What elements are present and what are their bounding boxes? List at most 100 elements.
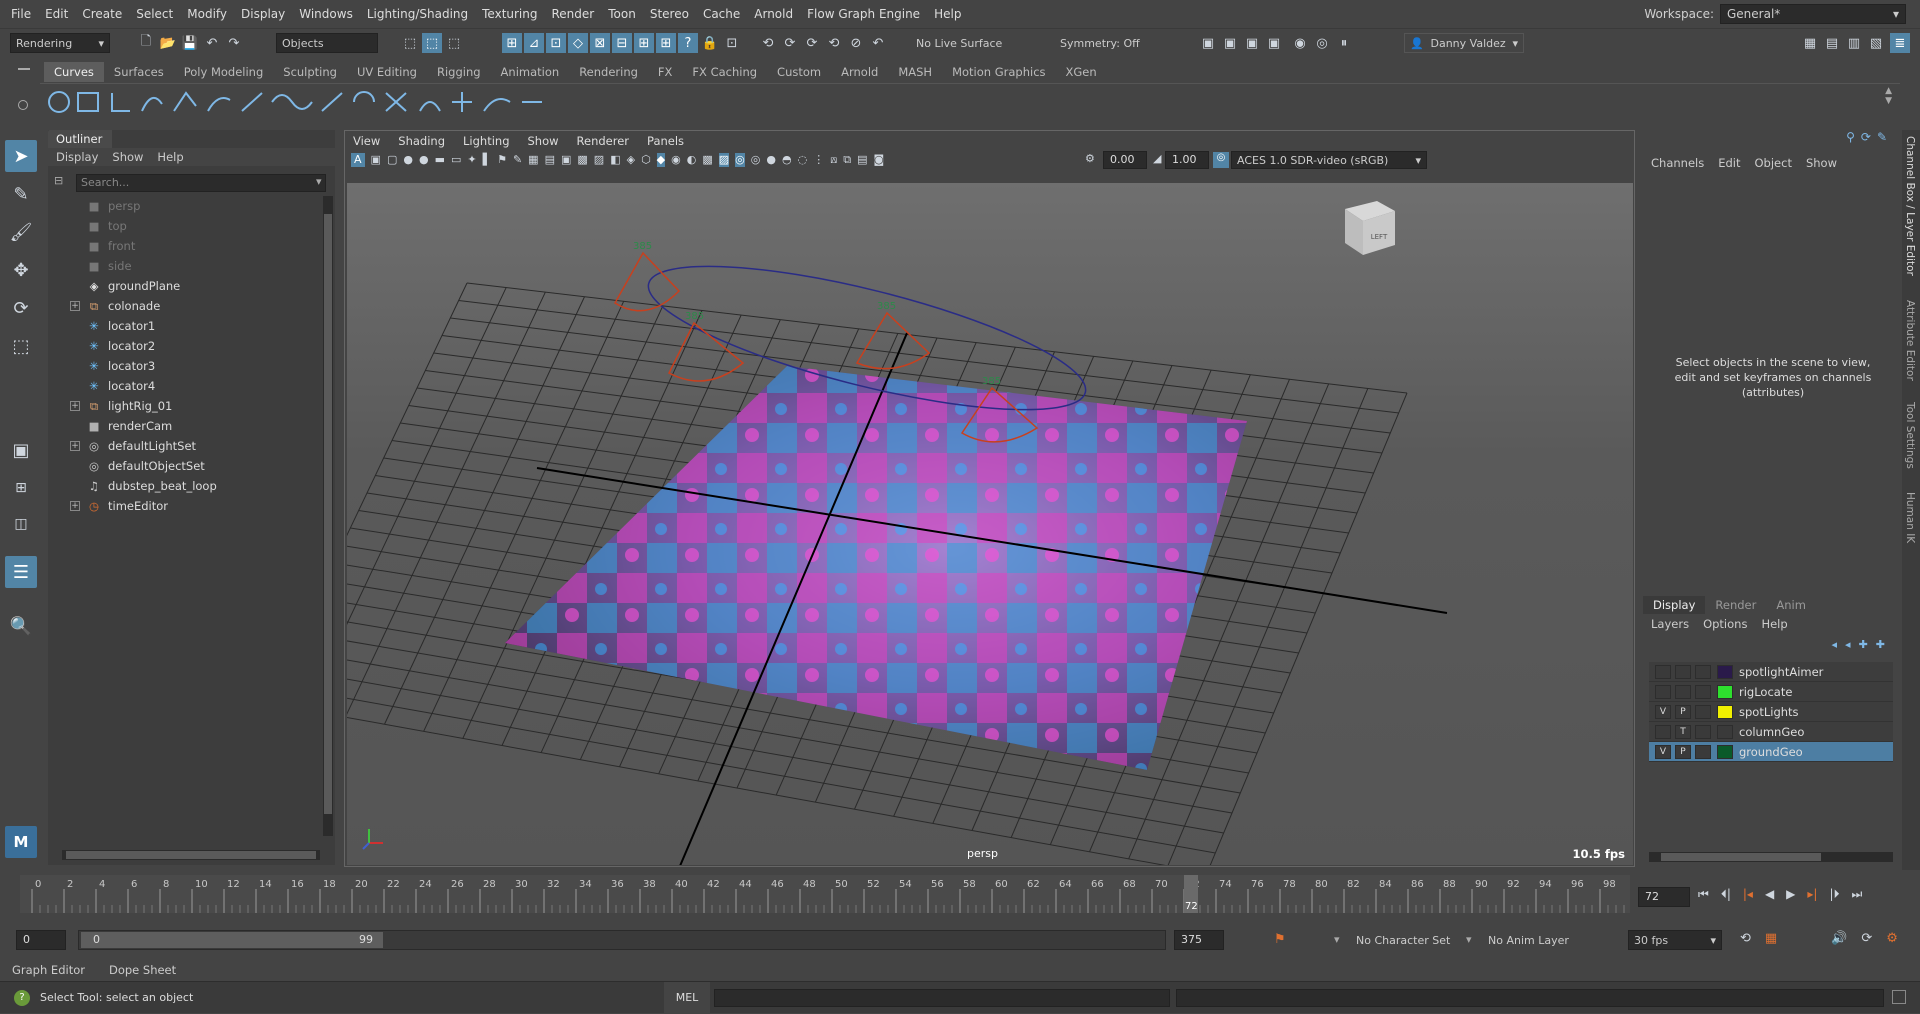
input-ops-icon[interactable]: ⟳ bbox=[780, 33, 800, 53]
outliner-item-groundplane[interactable]: ◈ groundPlane bbox=[52, 276, 320, 296]
lights-icon[interactable]: ▨ bbox=[594, 153, 604, 167]
shelf-tab-motion-graphics[interactable]: Motion Graphics bbox=[942, 62, 1055, 82]
shelf-tab-uv-editing[interactable]: UV Editing bbox=[347, 62, 427, 82]
xray-joints-icon[interactable]: ⧉ bbox=[843, 153, 851, 167]
side-tab-human-ik[interactable]: Human IK bbox=[1904, 492, 1916, 543]
playback-toggle[interactable] bbox=[1675, 685, 1691, 699]
four-view-layout-icon[interactable]: ⊞ bbox=[5, 472, 37, 504]
layer-row[interactable]: spotlightAimer bbox=[1649, 662, 1893, 682]
outliner-item-locator4[interactable]: ✳ locator4 bbox=[52, 376, 320, 396]
image-plane-icon[interactable]: ● bbox=[403, 153, 413, 167]
channel-menu-object[interactable]: Object bbox=[1755, 156, 1792, 170]
motion-blur-icon[interactable]: ▨ bbox=[718, 153, 730, 167]
shelf-settings-icon[interactable] bbox=[18, 100, 28, 110]
mel-label[interactable]: MEL bbox=[664, 982, 710, 1014]
visibility-toggle[interactable] bbox=[1655, 685, 1671, 699]
workspace-select[interactable]: General* ▾ bbox=[1720, 4, 1906, 24]
display-type-toggle[interactable] bbox=[1695, 725, 1711, 739]
move-layer-up-icon[interactable]: ◂ bbox=[1832, 638, 1838, 651]
rotate-tool-icon[interactable]: ⟳ bbox=[5, 292, 37, 324]
menu-flow-graph-engine[interactable]: Flow Graph Engine bbox=[800, 7, 927, 21]
loop-icon[interactable]: ⟲ bbox=[1740, 931, 1751, 946]
outliner-item-locator1[interactable]: ✳ locator1 bbox=[52, 316, 320, 336]
sound-icon[interactable]: 🔊 bbox=[1831, 931, 1847, 946]
range-bar[interactable]: 0 99 bbox=[78, 930, 1166, 950]
menu-file[interactable]: File bbox=[4, 7, 38, 21]
character-set-select[interactable]: No Character Set bbox=[1350, 930, 1460, 950]
side-tab-attribute-editor[interactable]: Attribute Editor bbox=[1904, 300, 1916, 381]
snap-point-icon[interactable]: ⊡ bbox=[546, 33, 566, 53]
range-handle[interactable] bbox=[81, 932, 383, 948]
safe-action-icon[interactable]: ⚑ bbox=[497, 153, 507, 167]
step-forward-key-icon[interactable]: ▸| bbox=[1807, 887, 1817, 902]
channel-menu-edit[interactable]: Edit bbox=[1718, 156, 1740, 170]
side-tab-tool-settings[interactable]: Tool Settings bbox=[1904, 402, 1916, 469]
outliner-item-persp[interactable]: ■ persp bbox=[52, 196, 320, 216]
outliner-item-rendercam[interactable]: ■ renderCam bbox=[52, 416, 320, 436]
ambient-occlusion-icon[interactable]: ▩ bbox=[702, 153, 712, 167]
layer-tab-anim[interactable]: Anim bbox=[1766, 596, 1816, 614]
time-slider[interactable]: 0 2 4 6 8 10 12 14 16 18 20 22 24 26 28 30 32 34 36 38 40 42 4… bbox=[0, 873, 1920, 915]
attribute-editor-toggle-icon[interactable]: ▤ bbox=[1822, 33, 1842, 53]
move-tool-icon[interactable]: ✥ bbox=[5, 254, 37, 286]
step-back-frame-icon[interactable]: ⏴| bbox=[1721, 887, 1731, 902]
layer-menu-help[interactable]: Help bbox=[1761, 617, 1787, 631]
xray-icon[interactable]: ◈ bbox=[627, 153, 635, 167]
display-type-toggle[interactable] bbox=[1695, 705, 1711, 719]
user-account-select[interactable]: 👤 Danny Valdez ▾ bbox=[1404, 33, 1524, 53]
menu-toon[interactable]: Toon bbox=[601, 7, 643, 21]
playback-toggle[interactable]: T bbox=[1675, 725, 1691, 739]
layer-color-swatch[interactable] bbox=[1717, 705, 1733, 719]
side-tab-channel-box[interactable]: Channel Box / Layer Editor bbox=[1904, 136, 1916, 276]
pause-icon[interactable]: ⏸ bbox=[1334, 33, 1354, 53]
snap-options-icon[interactable]: ⊡ bbox=[722, 33, 742, 53]
auto-key-icon[interactable]: ⚑ bbox=[1274, 932, 1286, 947]
playback-toggle[interactable]: P bbox=[1675, 745, 1691, 759]
grease-pencil-icon[interactable]: ✎ bbox=[513, 153, 522, 167]
construction-history-icon[interactable]: ⟲ bbox=[824, 33, 844, 53]
outliner-item-top[interactable]: ■ top bbox=[52, 216, 320, 236]
bottom-tab-dope-sheet[interactable]: Dope Sheet bbox=[97, 963, 188, 977]
channel-menu-show[interactable]: Show bbox=[1806, 156, 1837, 170]
sync-icon[interactable]: ⟳ bbox=[1861, 130, 1871, 144]
layer-row[interactable]: V PspotLights bbox=[1649, 702, 1893, 722]
camera-sphere-icon[interactable]: ◌ bbox=[798, 153, 808, 167]
chevron-down-icon[interactable]: ▾ bbox=[316, 175, 322, 188]
redo-icon[interactable]: ↷ bbox=[224, 33, 244, 53]
colorspace-select[interactable]: ACES 1.0 SDR-video (sRGB) ▾ bbox=[1231, 151, 1427, 169]
menu-windows[interactable]: Windows bbox=[292, 7, 360, 21]
shadows-icon[interactable]: ◧ bbox=[610, 153, 620, 167]
display-type-toggle[interactable] bbox=[1695, 745, 1711, 759]
outliner-search-input[interactable]: Search... bbox=[76, 174, 326, 192]
end-time-field[interactable]: 375 bbox=[1174, 930, 1224, 950]
sphere-wire-icon[interactable]: ◓ bbox=[782, 153, 792, 167]
scale-tool-icon[interactable]: ⬚ bbox=[5, 330, 37, 362]
script-editor-icon[interactable] bbox=[1892, 990, 1906, 1004]
visibility-toggle[interactable]: V bbox=[1655, 705, 1671, 719]
new-layer-selected-icon[interactable]: ✚ bbox=[1876, 638, 1885, 651]
outliner-menu-show[interactable]: Show bbox=[112, 150, 143, 164]
viewport-menu-show[interactable]: Show bbox=[528, 134, 559, 148]
outliner-item-defaultlightset[interactable]: + ◎ defaultLightSet bbox=[52, 436, 320, 456]
select-by-component-icon[interactable]: ⬚ bbox=[444, 33, 464, 53]
layer-color-swatch[interactable] bbox=[1717, 665, 1733, 679]
exposure-reset-icon[interactable]: ⚙ bbox=[1085, 152, 1095, 165]
menu-texturing[interactable]: Texturing bbox=[475, 7, 544, 21]
shelf-tab-rendering[interactable]: Rendering bbox=[569, 62, 648, 82]
snap-help-icon[interactable]: ? bbox=[678, 33, 698, 53]
anim-layer-select[interactable]: No Anim Layer bbox=[1482, 930, 1592, 950]
arnold-ipr-icon[interactable]: ◎ bbox=[1312, 33, 1332, 53]
select-camera-icon[interactable]: A bbox=[351, 153, 365, 167]
shelf-tab-surfaces[interactable]: Surfaces bbox=[104, 62, 174, 82]
layer-color-swatch[interactable] bbox=[1717, 745, 1733, 759]
menu-arnold[interactable]: Arnold bbox=[747, 7, 800, 21]
outliner-layout-icon[interactable]: ☰ bbox=[5, 556, 37, 588]
menu-edit[interactable]: Edit bbox=[38, 7, 75, 21]
exposure-field[interactable]: 0.00 bbox=[1103, 151, 1147, 169]
shelf-tab-arnold[interactable]: Arnold bbox=[831, 62, 888, 82]
move-layer-down-icon[interactable]: ◂ bbox=[1845, 638, 1851, 651]
two-d-pan-icon[interactable]: ● bbox=[419, 153, 429, 167]
two-view-layout-icon[interactable]: ◫ bbox=[5, 508, 37, 540]
step-forward-frame-icon[interactable]: |⏵ bbox=[1829, 887, 1839, 902]
fps-select[interactable]: 30 fps ▾ bbox=[1628, 930, 1722, 950]
